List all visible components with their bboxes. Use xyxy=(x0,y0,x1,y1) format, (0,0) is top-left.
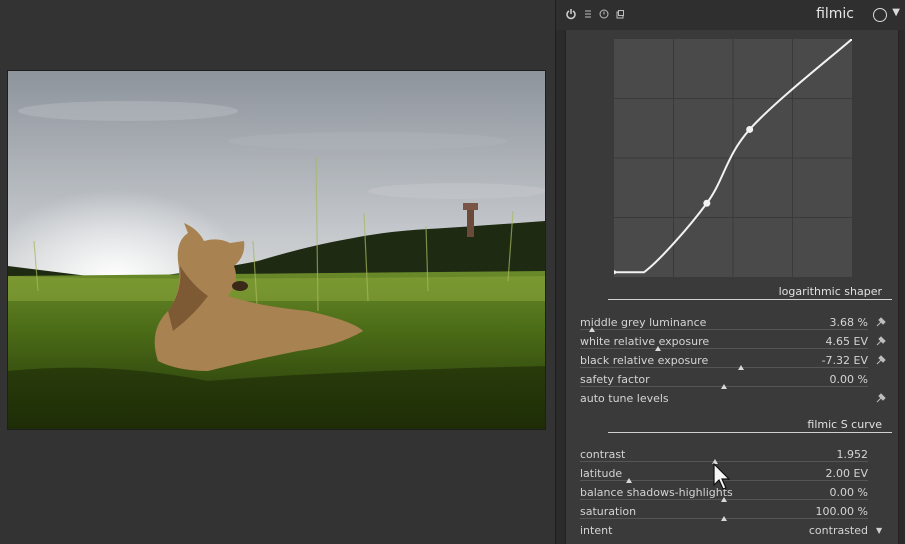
slider-value: 1.952 xyxy=(836,448,869,461)
color-picker-icon[interactable] xyxy=(875,316,887,328)
slider-label: latitude xyxy=(580,467,623,480)
module-title: filmic xyxy=(816,6,854,22)
presets-icon[interactable] xyxy=(581,8,595,22)
slider-marker-icon[interactable] xyxy=(588,327,595,332)
curve-node[interactable] xyxy=(703,199,711,207)
slider-track[interactable] xyxy=(580,348,868,349)
slider-label: middle grey luminance xyxy=(580,316,707,329)
mouse-cursor-icon xyxy=(713,463,731,490)
slider-label: balance shadows-highlights xyxy=(580,486,733,499)
filmic-module-body: logarithmic shaper auto tune levels film… xyxy=(565,30,899,544)
module-header: filmic ▼ xyxy=(556,0,905,30)
slider-value: 100.00 % xyxy=(815,505,868,518)
slider-middle-grey-luminance[interactable]: middle grey luminance 3.68 % xyxy=(580,316,868,335)
section-divider xyxy=(608,299,892,300)
menu-arrow-icon[interactable]: ▼ xyxy=(892,7,900,18)
slider-value: 3.68 % xyxy=(829,316,868,329)
section-divider xyxy=(608,432,892,433)
slider-safety-factor[interactable]: safety factor 0.00 % xyxy=(580,373,868,392)
slider-label: contrast xyxy=(580,448,626,461)
reset-icon[interactable] xyxy=(597,8,611,22)
slider-label: saturation xyxy=(580,505,637,518)
slider-marker-icon[interactable] xyxy=(654,346,661,351)
auto-tune-picker-icon[interactable] xyxy=(875,392,887,404)
slider-value: 2.00 EV xyxy=(825,467,868,480)
slider-marker-icon[interactable] xyxy=(625,478,632,483)
dog-in-grass-photo xyxy=(8,71,545,429)
preset-circle-icon[interactable] xyxy=(873,8,887,22)
section-filmic-s-curve: filmic S curve xyxy=(807,418,882,431)
slider-white-relative-exposure[interactable]: white relative exposure 4.65 EV xyxy=(580,335,868,354)
image-preview-area xyxy=(0,0,555,544)
intent-row[interactable]: intent contrasted xyxy=(580,524,868,543)
slider-marker-icon[interactable] xyxy=(721,516,727,521)
slider-marker-icon[interactable] xyxy=(738,365,745,370)
slider-track[interactable] xyxy=(580,367,868,368)
slider-value: -7.32 EV xyxy=(821,354,868,367)
auto-tune-label: auto tune levels xyxy=(580,392,669,405)
color-picker-icon[interactable] xyxy=(875,354,887,366)
slider-track[interactable] xyxy=(580,461,868,462)
section-logarithmic-shaper: logarithmic shaper xyxy=(778,285,882,298)
slider-black-relative-exposure[interactable]: black relative exposure -7.32 EV xyxy=(580,354,868,373)
slider-label: black relative exposure xyxy=(580,354,709,367)
intent-label: intent xyxy=(580,524,613,537)
color-picker-icon[interactable] xyxy=(875,335,887,347)
slider-value: 0.00 % xyxy=(829,486,868,499)
filmic-curve-graph[interactable] xyxy=(614,39,852,277)
curve-node[interactable] xyxy=(746,125,754,133)
intent-value: contrasted xyxy=(808,524,868,537)
power-icon[interactable] xyxy=(564,8,578,22)
slider-saturation[interactable]: saturation 100.00 % xyxy=(580,505,868,524)
slider-track[interactable] xyxy=(580,329,868,330)
slider-value: 4.65 EV xyxy=(825,335,868,348)
slider-marker-icon[interactable] xyxy=(721,497,727,502)
slider-label: white relative exposure xyxy=(580,335,710,348)
slider-marker-icon[interactable] xyxy=(721,384,727,389)
slider-value: 0.00 % xyxy=(829,373,868,386)
duplicate-icon[interactable] xyxy=(613,8,627,22)
auto-tune-row[interactable]: auto tune levels xyxy=(580,392,868,411)
intent-dropdown-icon[interactable]: ▼ xyxy=(876,526,882,535)
photo-preview[interactable] xyxy=(7,70,546,430)
slider-label: safety factor xyxy=(580,373,650,386)
